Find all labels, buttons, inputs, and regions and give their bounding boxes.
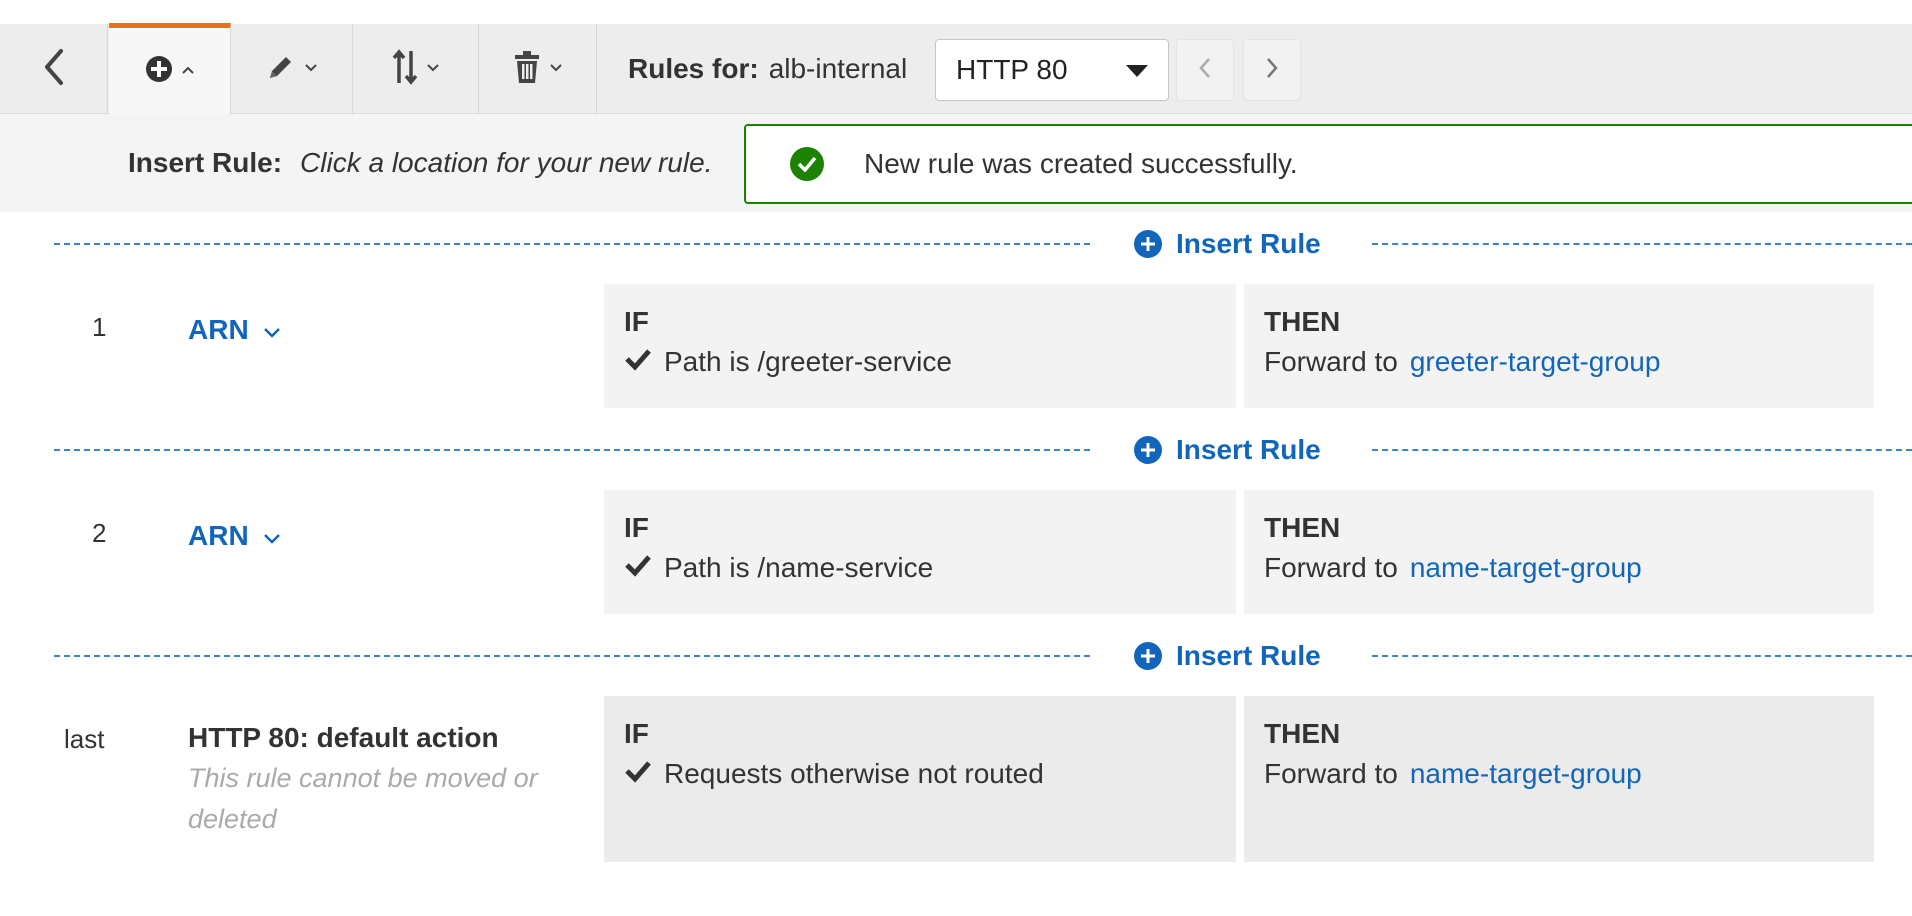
action-text: Forward to (1264, 552, 1398, 583)
trash-icon (513, 50, 541, 89)
insert-rule-hint: Insert Rule: Click a location for your n… (128, 114, 712, 212)
rule-row: 2 ARN IF Path is /name-service THEN Forw… (0, 490, 1912, 614)
success-flash: New rule was created successfully. (744, 124, 1912, 204)
chevron-down-icon (263, 314, 281, 346)
previous-page-button[interactable] (1176, 39, 1234, 101)
rule-actions: THEN Forward to greeter-target-group (1244, 284, 1874, 408)
insert-rule-divider: Insert Rule (54, 224, 1912, 264)
rule-conditions: IF Path is /greeter-service (604, 284, 1236, 408)
delete-rules-tab[interactable] (479, 24, 597, 114)
check-circle-icon (790, 147, 824, 181)
target-group-link[interactable]: name-target-group (1410, 552, 1642, 584)
load-balancer-name: alb-internal (768, 53, 908, 84)
caret-down-icon (1126, 65, 1148, 77)
chevron-left-icon (1198, 57, 1212, 84)
chevron-right-icon (1265, 57, 1279, 84)
rules-for-label: Rules for: (628, 53, 759, 84)
condition-item: Requests otherwise not routed (624, 758, 1216, 790)
divider-line (1372, 655, 1912, 657)
rule-arn-dropdown[interactable]: ARN (188, 314, 281, 346)
target-group-link[interactable]: greeter-target-group (1410, 346, 1661, 378)
rules-for-heading: Rules for: alb-internal (628, 24, 907, 114)
if-heading: IF (624, 512, 649, 543)
divider-line (54, 243, 1090, 245)
insert-rule-label: Insert Rule (1176, 434, 1321, 465)
checkmark-icon (624, 346, 652, 378)
condition-text: Path is /name-service (664, 552, 934, 583)
action-item: Forward to greeter-target-group (1264, 346, 1854, 378)
insert-rule-label: Insert Rule (1176, 228, 1321, 259)
divider-line (54, 449, 1090, 451)
default-rule-note: This rule cannot be moved or deleted (188, 763, 538, 834)
condition-text: Requests otherwise not routed (664, 758, 1044, 789)
checkmark-icon (624, 758, 652, 790)
rule-number: 1 (92, 312, 107, 342)
chevron-down-icon (426, 60, 440, 78)
condition-item: Path is /greeter-service (624, 346, 1216, 378)
edit-rules-tab[interactable] (231, 24, 353, 114)
action-item: Forward to name-target-group (1264, 758, 1854, 790)
rules-toolbar: Rules for: alb-internal HTTP 80 (0, 23, 1912, 114)
insert-rule-label: Insert Rule (1176, 640, 1321, 671)
rule-number: last (64, 724, 105, 754)
divider-line (1372, 449, 1912, 451)
action-text: Forward to (1264, 758, 1398, 789)
rule-arn-dropdown[interactable]: ARN (188, 520, 281, 552)
divider-line (1372, 243, 1912, 245)
condition-text: Path is /greeter-service (664, 346, 952, 377)
default-rule-row: last HTTP 80: default action This rule c… (0, 696, 1912, 862)
plus-circle-icon (1134, 436, 1162, 464)
pencil-icon (266, 52, 296, 87)
chevron-down-icon (304, 60, 318, 78)
insert-rule-button[interactable]: Insert Rule (1134, 430, 1321, 470)
then-heading: THEN (1264, 718, 1341, 749)
add-rules-tab[interactable] (109, 23, 231, 114)
action-item: Forward to name-target-group (1264, 552, 1854, 584)
action-text: Forward to (1264, 346, 1398, 377)
rule-arn-label: ARN (188, 314, 249, 345)
listener-select-value: HTTP 80 (956, 54, 1068, 85)
rule-actions: THEN Forward to name-target-group (1244, 696, 1874, 862)
reorder-rules-tab[interactable] (353, 24, 479, 114)
insert-rule-divider: Insert Rule (54, 430, 1912, 470)
chevron-down-icon (549, 60, 563, 78)
insert-rule-divider: Insert Rule (54, 636, 1912, 676)
rule-arn-label: ARN (188, 520, 249, 551)
insert-hint-text: Click a location for your new rule. (300, 147, 713, 178)
then-heading: THEN (1264, 306, 1341, 337)
divider-line (54, 655, 1090, 657)
plus-circle-icon (1134, 230, 1162, 258)
insert-rule-button[interactable]: Insert Rule (1134, 636, 1321, 676)
chevron-left-icon (41, 47, 67, 92)
next-page-button[interactable] (1243, 39, 1301, 101)
insert-rule-button[interactable]: Insert Rule (1134, 224, 1321, 264)
rule-conditions: IF Path is /name-service (604, 490, 1236, 614)
rule-number: 2 (92, 518, 107, 548)
success-message: New rule was created successfully. (864, 148, 1298, 179)
rule-conditions: IF Requests otherwise not routed (604, 696, 1236, 862)
rule-row: 1 ARN IF Path is /greeter-service THEN F… (0, 284, 1912, 408)
rule-actions: THEN Forward to name-target-group (1244, 490, 1874, 614)
target-group-link[interactable]: name-target-group (1410, 758, 1642, 790)
then-heading: THEN (1264, 512, 1341, 543)
chevron-up-icon (181, 62, 195, 80)
listener-select[interactable]: HTTP 80 (935, 39, 1169, 101)
plus-circle-icon (145, 55, 173, 88)
if-heading: IF (624, 306, 649, 337)
checkmark-icon (624, 552, 652, 584)
default-rule-title: HTTP 80: default action (188, 722, 499, 753)
sort-arrows-icon (392, 48, 418, 90)
if-heading: IF (624, 718, 649, 749)
chevron-down-icon (263, 520, 281, 552)
back-button[interactable] (0, 24, 108, 114)
condition-item: Path is /name-service (624, 552, 1216, 584)
insert-hint-label: Insert Rule: (128, 147, 283, 178)
plus-circle-icon (1134, 642, 1162, 670)
insert-mode-bar: Insert Rule: Click a location for your n… (0, 114, 1912, 212)
